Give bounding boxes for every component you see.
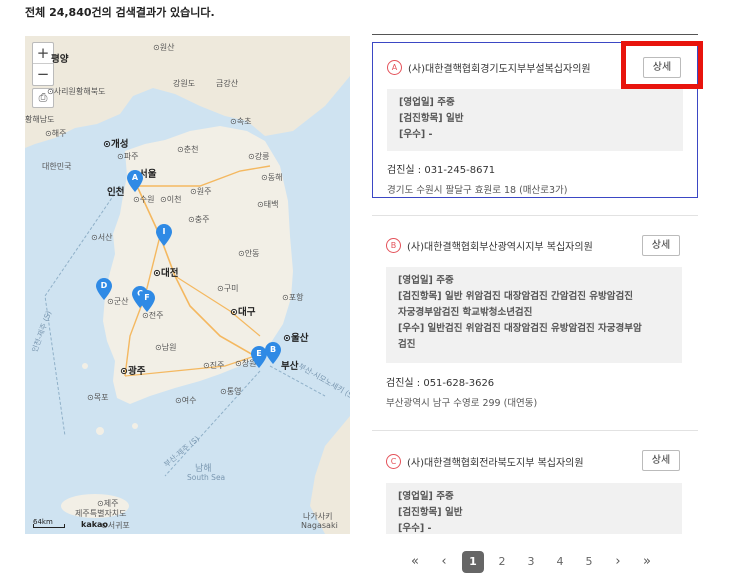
info-line: [검진항목] 일반 (398, 507, 463, 518)
map-label: ⊙서산 (91, 233, 113, 242)
map-label: ⊙대전 (153, 268, 179, 279)
map-label: ⊙목포 (87, 393, 109, 402)
map-label: ⊙진주 (203, 361, 225, 370)
map-pin[interactable]: B (265, 342, 281, 364)
map-label: 제주특별자치도 (75, 509, 127, 518)
result-count: 전체 24,840건의 검색결과가 있습니다. (25, 6, 215, 19)
result-header: B (사)대한결핵협회부산광역시지부 복십자의원 (386, 238, 593, 253)
first-page-button[interactable]: « (404, 551, 426, 573)
map-label: ⊙파주 (117, 152, 139, 161)
phone-number: 검진실 : 051-628-3626 (386, 378, 495, 389)
info-line: 자궁경부암검진 학교밖청소년검진 (398, 307, 533, 318)
map-pin[interactable]: D (96, 278, 112, 300)
map-label: 황해남도 (25, 115, 55, 124)
map-scale-bar (33, 524, 65, 528)
pagination: « ‹ 1 2 3 4 5 › » (404, 550, 665, 574)
result-info-box: [영업일] 주중 [검진항목] 일반 [우수] - (387, 89, 683, 151)
info-line: [영업일] 주중 (398, 491, 454, 502)
last-page-button[interactable]: » (636, 551, 658, 573)
result-letter-badge: B (386, 238, 401, 253)
map-label: ⊙원산 (153, 43, 175, 52)
prev-page-button[interactable]: ‹ (433, 551, 455, 573)
clinic-name[interactable]: (사)대한결핵협회경기도지부부설복십자의원 (408, 60, 591, 75)
map-label: ⊙구미 (217, 284, 239, 293)
map-label: ⊙동해 (261, 173, 283, 182)
map-label: 강원도 (173, 79, 196, 88)
map-label: Nagasaki (301, 521, 338, 530)
clinic-name[interactable]: (사)대한결핵협회부산광역시지부 복십자의원 (407, 238, 593, 253)
map-label: 금강산 (216, 79, 239, 88)
clinic-name[interactable]: (사)대한결핵협회전라북도지부 복십자의원 (407, 454, 584, 469)
info-line: [영업일] 주중 (398, 275, 454, 286)
result-header: A (사)대한결핵협회경기도지부부설복십자의원 (387, 60, 591, 75)
map-label: ⊙통영 (220, 387, 242, 396)
page-button-4[interactable]: 4 (549, 551, 571, 573)
map-label: ⊙속초 (230, 117, 252, 126)
result-letter-badge: C (386, 454, 401, 469)
map-label: ⊙춘천 (177, 145, 199, 154)
info-line: 검진 (398, 339, 416, 350)
map-label: ⊙포항 (282, 293, 304, 302)
result-card[interactable]: C (사)대한결핵협회전라북도지부 복십자의원 상세 [영업일] 주중 [검진항… (372, 430, 698, 534)
phone-number: 검진실 : 031-245-8671 (387, 165, 496, 176)
address: 경기도 수원시 팔달구 효원로 18 (매산로3가) (387, 185, 568, 196)
info-line: [우수] - (398, 523, 432, 534)
map-pin[interactable]: I (156, 224, 172, 246)
map-pin[interactable]: F (139, 290, 155, 312)
map-label: ⊙여수 (175, 396, 197, 405)
page-button-5[interactable]: 5 (578, 551, 600, 573)
map-label: ⊙울산 (283, 333, 309, 344)
map-label: ⊙충주 (188, 215, 210, 224)
map-label: ⊙안동 (238, 249, 260, 258)
zoom-in-button[interactable]: + (33, 43, 53, 64)
info-line: [검진항목] 일반 위암검진 대장암검진 간암검진 유방암검진 (398, 291, 633, 302)
result-info-box: [영업일] 주중 [검진항목] 일반 [우수] - (386, 483, 682, 534)
next-page-button[interactable]: › (607, 551, 629, 573)
page-button-2[interactable]: 2 (491, 551, 513, 573)
detail-button[interactable]: 상세 (642, 450, 680, 471)
info-line: [검진항목] 일반 (399, 113, 464, 124)
map-label: ⊙수원 (133, 195, 155, 204)
map-label: ⊙개성 (103, 139, 129, 150)
map-label: ⊙광주 (120, 366, 146, 377)
map-label: 황해북도 (76, 87, 106, 96)
map-pin[interactable]: A (127, 170, 143, 192)
address: 부산광역시 남구 수영로 299 (대연동) (386, 398, 538, 409)
map-label: ⊙사리원 (47, 87, 76, 96)
map-label: 평양 (51, 54, 69, 65)
result-info-box: [영업일] 주중 [검진항목] 일반 위암검진 대장암검진 간암검진 유방암검진… (386, 267, 682, 363)
zoom-out-button[interactable]: − (33, 64, 53, 85)
map-label: ⊙남원 (155, 343, 177, 352)
info-line: [우수] - (399, 129, 433, 140)
map-label: ⊙태백 (257, 200, 279, 209)
map-label: ⊙원주 (190, 187, 212, 196)
result-card[interactable]: B (사)대한결핵협회부산광역시지부 복십자의원 상세 [영업일] 주중 [검진… (372, 215, 698, 415)
map-label: ⊙이천 (160, 195, 182, 204)
map-label: 인천 (107, 187, 125, 198)
page-button-1[interactable]: 1 (462, 551, 484, 573)
list-top-divider (372, 34, 698, 35)
info-line: [우수] 일반검진 위암검진 대장암검진 유방암검진 자궁경부암 (398, 323, 642, 334)
map-label: ⊙강릉 (248, 152, 270, 161)
result-letter-badge: A (387, 60, 402, 75)
result-header: C (사)대한결핵협회전라북도지부 복십자의원 (386, 454, 584, 469)
map-label: South Sea (187, 473, 226, 482)
map-land (25, 36, 350, 534)
map-view[interactable]: + − ⎙ 평양 ⊙원산 강원도 금강산 ⊙사리원 황해북도 황해남도 ⊙해주 … (25, 36, 350, 534)
map-label: ⊙해주 (45, 129, 67, 138)
detail-button-highlight (621, 41, 703, 89)
detail-button[interactable]: 상세 (642, 235, 680, 256)
map-label: ⊙대구 (230, 307, 256, 318)
map-brand-logo: kakao (81, 520, 108, 529)
page-button-3[interactable]: 3 (520, 551, 542, 573)
info-line: [영업일] 주중 (399, 97, 455, 108)
map-label: 대한민국 (42, 162, 72, 171)
